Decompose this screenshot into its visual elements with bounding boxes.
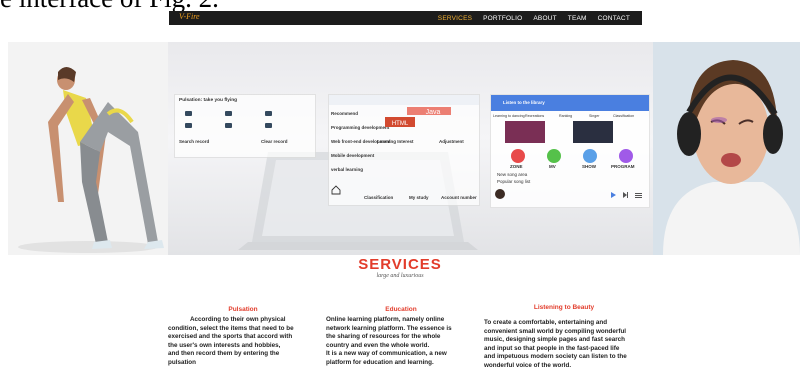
nav-menu: SERVICES PORTFOLIO ABOUT TEAM CONTACT [438,11,630,25]
nav-services[interactable]: SERVICES [438,15,472,22]
athlete-image [8,42,168,255]
education-line: platform for education and learning. [326,358,434,366]
pulsation-line: exercised and the sports that accord wit… [168,333,293,340]
education-text: Online learning platform, namely online … [326,316,452,367]
listening-title: Listening to Beauty [533,304,595,311]
music-tab-3[interactable]: Singer [589,114,599,118]
button-show-label: SHOW [582,164,596,169]
listening-line: music, designing simple pages and fast s… [484,336,626,343]
tag-learning-interest[interactable]: Learning Interest [377,139,414,144]
education-screen: Recommend Programming development Web fr… [328,94,480,206]
list-new-song[interactable]: New song area [497,172,527,177]
pulsation-line: the user's own interests and hobbies, [168,341,281,349]
listening-text: To create a comfortable, entertaining an… [484,319,627,370]
menu-recommend[interactable]: Recommend [331,111,358,116]
html-java-logo-icon: Java HTML [385,107,451,127]
player-avatar[interactable] [495,189,505,199]
pulsation-line: condition, select the items that need to… [168,324,294,332]
listening-line: wonderful voice of the world. [484,361,572,369]
education-title: Education [385,306,417,313]
headphone-woman-image [653,42,800,255]
button-program-label: PROGRAM [611,164,635,169]
player-controls-icon[interactable] [609,191,645,199]
services-title: SERVICES [358,256,442,273]
mv-icon[interactable] [547,149,561,163]
site-logo[interactable]: V-Fire [179,12,200,21]
listening-line: and impetuous modern society can listen … [484,353,627,360]
pulsation-title: Pulsation [228,306,258,313]
list-popular-song[interactable]: Popular song list [497,179,530,184]
music-tab-1[interactable]: Recreations [525,114,544,118]
education-line: It is a new way of communication, a new [326,350,447,357]
music-screen: Listen to the library Learning to dancin… [490,94,650,208]
music-header-title: Listen to the library [503,100,545,105]
pulsation-line: pulsation [168,358,196,366]
pulsation-text: According to their own physical conditio… [168,316,294,367]
album-cover-right[interactable] [573,121,613,143]
music-tab-0[interactable]: Learning to dancing [493,114,525,118]
music-tab-2[interactable]: Ranking [559,114,572,118]
education-line: network learning platform. The essence i… [326,324,452,332]
button-zone-label: ZONE [510,164,523,169]
hero-banner: Pulsation: take you flying Search record… [8,42,800,255]
home-icon[interactable] [331,185,341,195]
education-line: Online learning platform, namely online [326,316,445,323]
program-icon[interactable] [619,149,633,163]
nav-my-study[interactable]: My study [409,195,429,200]
app-screens-montage: Pulsation: take you flying Search record… [168,42,653,255]
education-line: country and even the whole world. [326,341,430,349]
pulsation-line: According to their own physical [190,316,286,323]
headphone-woman-icon [653,42,800,255]
tag-adjustment[interactable]: Adjustment [439,139,464,144]
menu-verbal[interactable]: verbal learning [331,167,363,172]
nav-team[interactable]: TEAM [568,15,587,22]
nav-classification[interactable]: Classification [364,195,393,200]
listening-line: and input so that people in the fast-pac… [484,344,620,352]
music-tab-4[interactable]: Classification [613,114,634,118]
listening-line: To create a comfortable, entertaining an… [484,319,608,326]
clear-record[interactable]: Clear record [261,139,288,144]
nav-account-number[interactable]: Account number [441,195,477,200]
nav-about[interactable]: ABOUT [533,15,556,22]
nav-contact[interactable]: CONTACT [598,15,630,22]
svg-text:HTML: HTML [392,121,409,127]
menu-mobile[interactable]: Mobile development [331,153,374,158]
nav-portfolio[interactable]: PORTFOLIO [483,15,522,22]
listening-line: convenient small world by compiling wond… [484,327,627,335]
education-line: the sharing of resources for the whole [326,333,441,340]
athlete-figure-icon [8,42,168,255]
top-navbar: V-Fire SERVICES PORTFOLIO ABOUT TEAM CON… [169,11,642,25]
zone-icon[interactable] [511,149,525,163]
svg-text:Java: Java [426,109,441,116]
button-mv-label: MV [549,164,556,169]
services-subtitle: large and luxurious [376,273,424,279]
pulsation-screen-title: Pulsation: take you flying [179,98,238,103]
music-header: Listen to the library [491,95,649,111]
show-icon[interactable] [583,149,597,163]
pulsation-icons-icon [185,111,272,128]
pulsation-screen: Pulsation: take you flying Search record… [174,94,316,158]
album-cover-left[interactable] [505,121,545,143]
pulsation-line: and then record them by entering the [168,350,280,357]
search-record[interactable]: Search record [179,139,209,144]
